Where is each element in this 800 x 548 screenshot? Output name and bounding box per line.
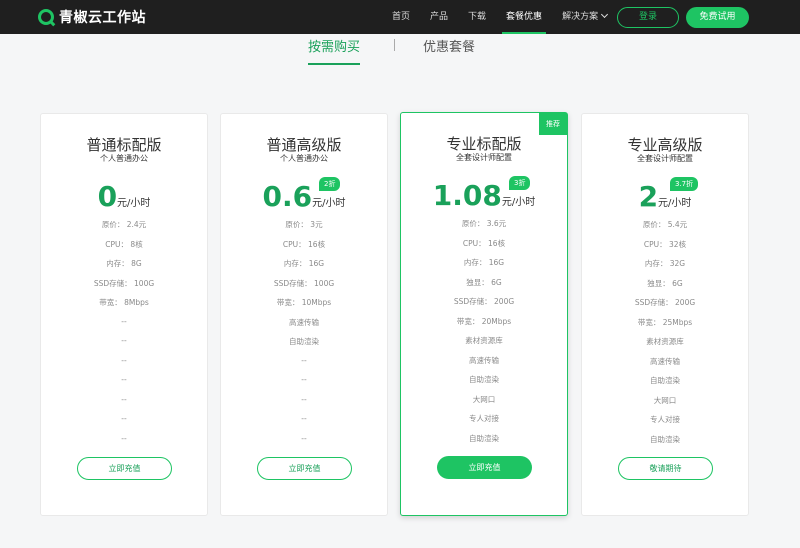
nav-solutions[interactable]: 解决方案 (562, 0, 609, 34)
plan-feature: 素材资源库 (465, 336, 503, 345)
plan-feature: 素材资源库 (646, 337, 684, 346)
price-unit: 元/小时 (117, 198, 151, 209)
plan-feature: 专人对接 (469, 414, 499, 423)
tab-on-demand[interactable]: 按需购买 (308, 36, 361, 65)
plan-feature: 内存： 8G (106, 259, 142, 268)
price-value: 0.6 (262, 180, 313, 213)
plan-feature: 内存： 32G (644, 259, 686, 268)
chevron-down-icon (601, 10, 609, 19)
recommended-badge: 推荐 (539, 113, 567, 135)
plan-price: 1.08元/小时 (401, 179, 567, 212)
plan-feature: -- (121, 394, 127, 404)
plan-feature: 内存： 16G (463, 258, 505, 267)
recharge-button[interactable]: 立即充值 (437, 456, 532, 479)
plan-feature: CPU： 16核 (282, 239, 326, 249)
price-unit: 元/小时 (501, 197, 536, 208)
plan-feature: -- (121, 433, 127, 443)
plan-subtitle: 全套设计师配置 (456, 153, 512, 162)
plan-feature: 原价： 3.6元 (461, 219, 507, 228)
plan-price: 2元/小时 (582, 180, 748, 213)
plan-feature: 带宽： 8Mbps (99, 298, 149, 307)
login-button[interactable]: 登录 (617, 7, 679, 28)
plan-feature: -- (121, 414, 127, 423)
plan-feature: 自助渲染 (469, 433, 499, 443)
discount-badge: 2折 (319, 177, 341, 191)
recharge-button[interactable]: 立即充值 (77, 457, 172, 480)
pricing-tabs: 按需购买 优惠套餐 (0, 36, 800, 66)
plan-feature: SSD存储： 100G (93, 278, 155, 288)
plan-price: 0元/小时 (41, 180, 207, 213)
plan-feature: 独显： 6G (647, 278, 683, 288)
plan-feature: 自助渲染 (469, 375, 499, 384)
plan-feature: 原价： 5.4元 (642, 220, 688, 229)
plan-feature: -- (301, 355, 307, 365)
plan-feature: 原价： 2.4元 (101, 220, 147, 229)
plan-feature: 带宽： 20Mbps (456, 316, 512, 326)
discount-badge: 3.7折 (670, 177, 699, 191)
plan-feature: -- (301, 394, 307, 404)
nav-download[interactable]: 下载 (468, 0, 486, 34)
plan-feature: 带宽： 25Mbps (637, 317, 693, 327)
plan-subtitle: 个人普通办公 (280, 154, 328, 163)
plan-feature: 内存： 16G (283, 259, 325, 268)
plan-feature: SSD存储： 100G (273, 278, 335, 288)
price-unit: 元/小时 (312, 198, 346, 209)
plan-feature: 大网口 (653, 395, 677, 405)
plan-feature: 高速传输 (289, 317, 319, 327)
nav-home[interactable]: 首页 (392, 0, 410, 34)
plan-title: 普通高级版 (266, 136, 342, 154)
main-nav: 首页 产品 下载 套餐优惠 解决方案 (392, 0, 627, 34)
plan-feature: CPU： 16核 (462, 238, 506, 248)
recharge-button[interactable]: 立即充值 (257, 457, 352, 480)
price-value: 1.08 (432, 179, 502, 212)
logo-text: 青椒云工作站 (59, 10, 146, 26)
plan-feature: CPU： 8核 (105, 239, 143, 249)
plan-subtitle: 个人普通办公 (100, 154, 148, 163)
plan-feature: -- (301, 375, 307, 384)
plan-feature: 自助渲染 (650, 376, 680, 385)
plan-feature: 原价： 3元 (285, 220, 323, 229)
plan-title: 专业高级版 (627, 136, 703, 154)
discount-badge: 3折 (509, 176, 531, 190)
plan-price: 0.6元/小时 (221, 180, 387, 213)
plan-card: 普通标配版 个人普通办公 0元/小时原价： 2.4元 CPU： 8核 内存： 8G SSD… (40, 113, 208, 516)
price-unit: 元/小时 (658, 198, 692, 209)
nav-solutions-label: 解决方案 (562, 12, 599, 22)
plan-subtitle: 全套设计师配置 (637, 154, 693, 163)
plan-card: 专业高级版 全套设计师配置 2元/小时 3.7折 原价： 5.4元 CPU： 32核 内存：… (581, 113, 749, 516)
logo[interactable]: 青椒云工作站 (38, 7, 146, 27)
plan-feature: 高速传输 (469, 355, 499, 365)
top-navbar: 青椒云工作站 首页 产品 下载 套餐优惠 解决方案 登录 免费试用 (0, 0, 800, 34)
plan-feature: SSD存储： 200G (634, 298, 696, 307)
plan-feature: 独显： 6G (466, 277, 502, 287)
plan-feature: -- (301, 433, 307, 443)
plan-feature: 大网口 (472, 394, 496, 404)
nav-products[interactable]: 产品 (430, 0, 448, 34)
logo-icon (38, 9, 54, 25)
plan-feature: -- (301, 414, 307, 423)
plan-feature: -- (121, 316, 127, 326)
plan-feature: 高速传输 (650, 356, 680, 366)
nav-packages[interactable]: 套餐优惠 (502, 0, 547, 34)
price-value: 2 (638, 180, 659, 213)
tab-divider (394, 39, 395, 51)
plan-feature: 带宽： 10Mbps (276, 298, 332, 307)
plan-feature: 专人对接 (650, 415, 680, 424)
plan-feature: -- (121, 355, 127, 365)
plan-title: 专业标配版 (446, 135, 522, 153)
plan-feature: CPU： 32核 (643, 239, 687, 249)
plan-card: 普通高级版 个人普通办公 0.6元/小时 2折 原价： 3元 CPU： 16核 内存： 16… (220, 113, 388, 516)
coming-soon-button[interactable]: 敬请期待 (618, 457, 713, 480)
plan-feature: -- (121, 336, 127, 345)
tab-packages[interactable]: 优惠套餐 (423, 36, 475, 55)
free-trial-button[interactable]: 免费试用 (686, 7, 749, 28)
plan-title: 普通标配版 (86, 136, 162, 154)
plan-feature: -- (121, 375, 127, 384)
plan-card: 推荐 专业标配版 全套设计师配置 1.08元/小时 3折 原价： 3.6元 CPU： 16核… (400, 112, 568, 516)
price-value: 0 (97, 180, 118, 213)
plan-feature: SSD存储： 200G (453, 297, 515, 306)
plan-feature: 自助渲染 (650, 434, 680, 444)
plan-feature: 自助渲染 (289, 337, 319, 346)
